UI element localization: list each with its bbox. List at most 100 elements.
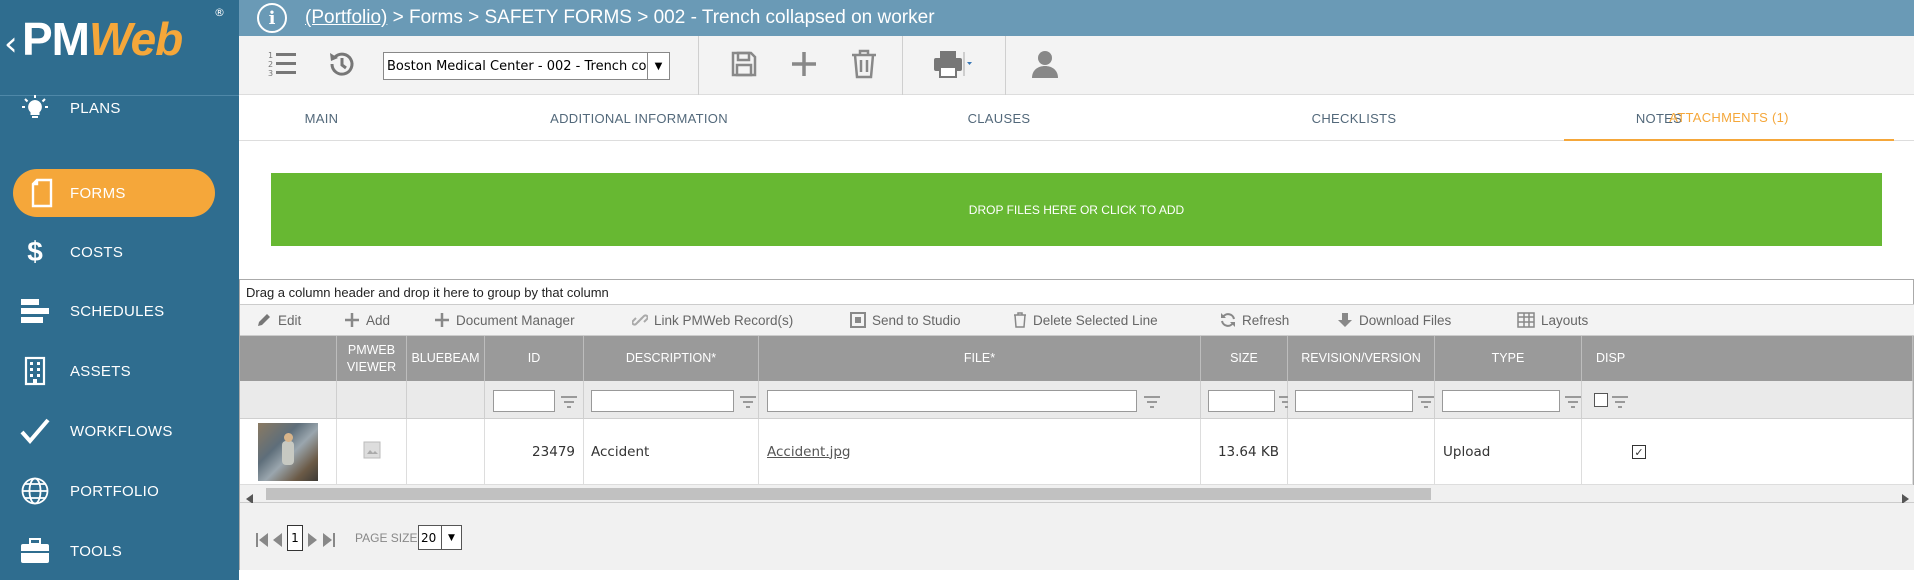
column-header-id[interactable]: ID: [485, 336, 584, 381]
file-dropzone[interactable]: DROP FILES HERE OR CLICK TO ADD: [271, 173, 1882, 246]
table-row-type: Upload: [1435, 419, 1582, 485]
column-header-pmweb-viewer[interactable]: PMWEB VIEWER: [337, 336, 407, 381]
last-page-icon[interactable]: [323, 532, 335, 551]
filter-cell-description: [584, 381, 759, 419]
plus-icon: [344, 312, 360, 328]
edit-button[interactable]: Edit: [256, 305, 301, 335]
filter-input-file[interactable]: [767, 390, 1137, 412]
first-page-icon[interactable]: [256, 532, 268, 551]
table-row-description: Accident: [584, 419, 759, 485]
table-row-pmweb-viewer[interactable]: [337, 419, 407, 485]
record-select-value: Boston Medical Center - 002 - Trench col…: [387, 58, 669, 74]
file-link[interactable]: Accident.jpg: [767, 444, 851, 460]
column-header-description[interactable]: DESCRIPTION*: [584, 336, 759, 381]
back-chevron-icon[interactable]: ‹: [4, 24, 18, 64]
next-page-icon[interactable]: [308, 532, 318, 551]
save-button[interactable]: [724, 36, 764, 95]
filter-input-size[interactable]: [1208, 390, 1275, 412]
group-by-hint[interactable]: Drag a column header and drop it here to…: [240, 280, 1913, 304]
sidebar-item-costs[interactable]: $ COSTS: [0, 228, 239, 276]
print-button[interactable]: [928, 36, 978, 95]
sidebar-item-schedules[interactable]: SCHEDULES: [0, 287, 239, 335]
breadcrumb-portfolio-link[interactable]: (Portfolio): [305, 7, 387, 28]
tab-main[interactable]: MAIN: [239, 95, 404, 141]
record-select[interactable]: Boston Medical Center - 002 - Trench col…: [383, 52, 670, 80]
info-icon[interactable]: i: [257, 3, 287, 33]
column-header-type[interactable]: TYPE: [1435, 336, 1582, 381]
current-page[interactable]: 1: [287, 525, 303, 551]
photo-thumbnail-icon[interactable]: [258, 422, 318, 481]
gantt-bars-icon: [0, 298, 70, 324]
delete-button[interactable]: [844, 36, 884, 95]
filter-funnel-icon[interactable]: [1418, 393, 1434, 412]
sidebar-item-plans[interactable]: PLANS: [0, 84, 239, 132]
list-button[interactable]: 123: [263, 36, 303, 95]
filter-funnel-icon[interactable]: [1144, 393, 1160, 412]
tab-checklists[interactable]: CHECKLISTS: [1239, 95, 1469, 141]
link-pmweb-records-button[interactable]: Link PMWeb Record(s): [632, 305, 793, 335]
add-row-button[interactable]: Add: [344, 305, 390, 335]
studio-icon: [850, 312, 866, 328]
table-row-thumbnail[interactable]: [240, 419, 337, 485]
column-header-file[interactable]: FILE*: [759, 336, 1201, 381]
filter-cell: [240, 381, 337, 419]
tab-attachments[interactable]: ATTACHMENTS (1): [1564, 95, 1894, 141]
sidebar-item-assets[interactable]: ASSETS: [0, 347, 239, 395]
filter-funnel-icon[interactable]: [1565, 393, 1581, 412]
sidebar-item-tools[interactable]: TOOLS: [0, 527, 239, 575]
document-manager-button[interactable]: Document Manager: [434, 305, 575, 335]
sidebar-item-label: SCHEDULES: [70, 302, 165, 320]
sidebar-item-label: FORMS: [70, 184, 126, 202]
filter-input-revision[interactable]: [1295, 390, 1413, 412]
layouts-button[interactable]: Layouts: [1517, 305, 1588, 335]
column-header-bluebeam[interactable]: BLUEBEAM: [407, 336, 485, 381]
sidebar-item-label: WORKFLOWS: [70, 422, 173, 440]
disp-checkbox[interactable]: ✓: [1632, 445, 1646, 459]
column-header-thumbnail[interactable]: [240, 336, 337, 381]
horizontal-scrollbar[interactable]: [240, 485, 1914, 504]
sidebar-item-portfolio[interactable]: PORTFOLIO: [0, 467, 239, 515]
filter-checkbox[interactable]: [1594, 393, 1608, 407]
prev-page-icon[interactable]: [272, 532, 282, 551]
send-to-studio-label: Send to Studio: [872, 312, 961, 328]
filter-cell-disp: [1582, 381, 1913, 419]
page-size-select[interactable]: 20 ▼: [418, 525, 462, 550]
history-button[interactable]: [322, 36, 362, 95]
filter-cell-size: [1201, 381, 1295, 419]
building-icon: [0, 356, 70, 386]
filter-input-id[interactable]: [493, 390, 555, 412]
sidebar-item-forms[interactable]: FORMS: [13, 169, 215, 217]
tab-additional-information[interactable]: ADDITIONAL INFORMATION: [489, 95, 789, 141]
delete-selected-line-button[interactable]: Delete Selected Line: [1013, 305, 1158, 335]
add-button[interactable]: [784, 36, 824, 95]
plus-icon: [434, 312, 450, 328]
scrollbar-thumb[interactable]: [266, 488, 1431, 500]
logo[interactable]: ‹ PMWeb ®: [0, 0, 239, 96]
filter-cell: [337, 381, 407, 419]
pager: 1 PAGE SIZE 20 ▼: [240, 503, 1914, 570]
viewer-icon[interactable]: [363, 441, 381, 463]
column-header-disp[interactable]: DISP: [1582, 336, 1913, 381]
logo-pm: PM: [22, 13, 90, 65]
send-to-studio-button[interactable]: Send to Studio: [850, 305, 961, 335]
filter-funnel-icon[interactable]: [561, 393, 577, 412]
filter-input-description[interactable]: [591, 390, 734, 412]
column-header-revision-version[interactable]: REVISION/VERSION: [1288, 336, 1435, 381]
filter-input-type[interactable]: [1442, 390, 1560, 412]
filter-cell-revision: [1288, 381, 1435, 419]
filter-funnel-icon[interactable]: [740, 393, 756, 412]
download-files-button[interactable]: Download Files: [1337, 305, 1451, 335]
user-button[interactable]: [1025, 36, 1065, 95]
refresh-button[interactable]: Refresh: [1220, 305, 1289, 335]
add-label: Add: [366, 312, 391, 328]
layout-grid-icon: [1517, 312, 1535, 328]
column-header-size[interactable]: SIZE: [1201, 336, 1288, 381]
chevron-down-icon[interactable]: ▼: [441, 526, 461, 549]
tab-clauses[interactable]: CLAUSES: [909, 95, 1089, 141]
logo-text: PMWeb: [22, 12, 183, 66]
sidebar-item-workflows[interactable]: WORKFLOWS: [0, 407, 239, 455]
list-icon: 123: [268, 50, 298, 82]
link-icon: [632, 312, 648, 328]
filter-funnel-icon[interactable]: [1612, 393, 1628, 412]
chevron-down-icon[interactable]: ▼: [647, 53, 669, 79]
